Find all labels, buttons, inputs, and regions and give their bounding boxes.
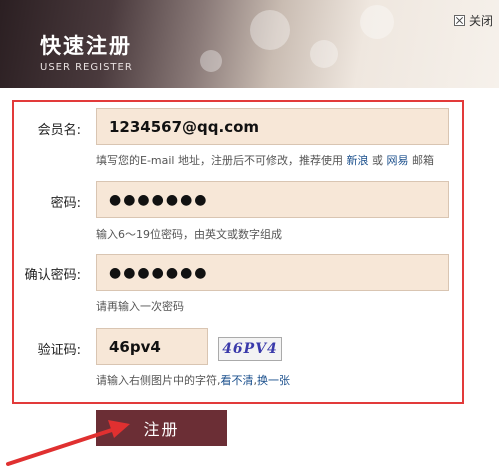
member-hint-text: 填写您的E-mail 地址，注册后不可修改，推荐使用	[96, 154, 343, 167]
member-name-label: 会员名:	[37, 123, 81, 138]
member-name-input[interactable]: 1234567@qq.com	[96, 108, 449, 145]
bokeh-decoration	[250, 10, 290, 50]
member-name-hint: 填写您的E-mail 地址，注册后不可修改，推荐使用 新浪 或 网易 邮箱	[96, 152, 434, 168]
confirm-password-input[interactable]: ●●●●●●●	[96, 254, 449, 291]
bokeh-decoration	[360, 5, 394, 39]
sina-link[interactable]: 新浪	[346, 154, 368, 167]
password-hint: 输入6～19位密码，由英文或数字组成	[96, 228, 282, 241]
change-captcha-link[interactable]: 换一张	[257, 374, 290, 387]
dialog-subtitle: USER REGISTER	[40, 62, 133, 73]
close-button[interactable]: 关闭	[453, 12, 493, 29]
password-label: 密码:	[50, 196, 81, 211]
captcha-image[interactable]: 46PV4	[218, 337, 282, 361]
red-arrow-icon	[6, 420, 130, 466]
confirm-password-label: 确认密码:	[24, 268, 81, 283]
bokeh-decoration	[310, 40, 338, 68]
netease-link[interactable]: 网易	[386, 154, 408, 167]
header-banner: 快速注册 USER REGISTER 关闭	[0, 0, 499, 88]
captcha-hint-text: 请输入右侧图片中的字符,	[96, 374, 221, 387]
captcha-input[interactable]: 46pv4	[96, 328, 208, 365]
password-input[interactable]: ●●●●●●●	[96, 181, 449, 218]
captcha-label: 验证码:	[37, 343, 81, 358]
close-icon	[453, 15, 465, 26]
close-label: 关闭	[468, 14, 493, 28]
member-hint-suffix: 邮箱	[411, 154, 434, 167]
captcha-hint: 请输入右侧图片中的字符,看不清,换一张	[96, 372, 290, 388]
cant-see-link[interactable]: 看不清	[221, 374, 254, 387]
confirm-password-hint: 请再输入一次密码	[96, 300, 184, 313]
member-hint-sep: 或	[371, 154, 383, 167]
bokeh-decoration	[200, 50, 222, 72]
dialog-title: 快速注册	[40, 34, 132, 58]
